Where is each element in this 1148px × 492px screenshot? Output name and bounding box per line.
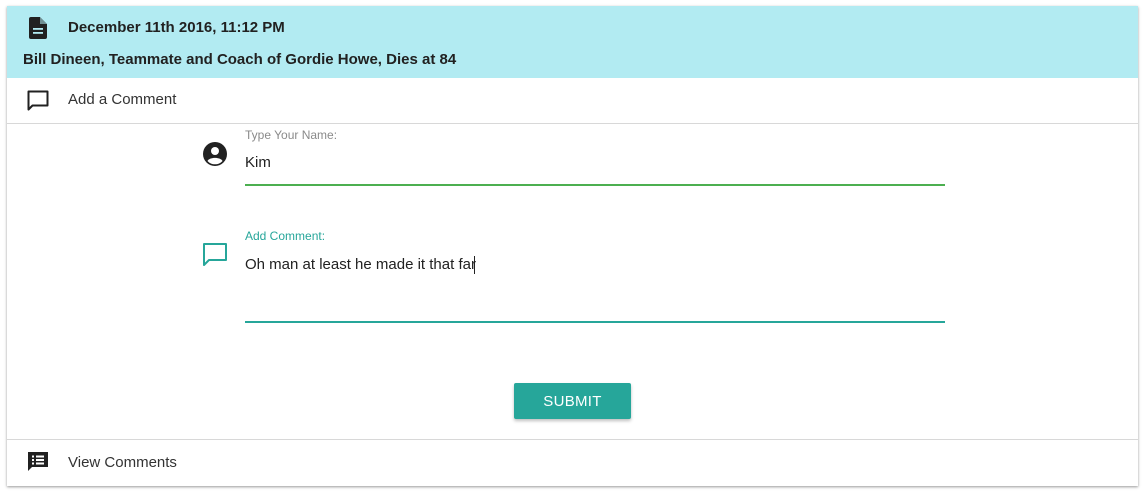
comment-input-underline [245,321,945,323]
article-header: December 11th 2016, 11:12 PM Bill Dineen… [7,6,1138,78]
view-comments-toggle[interactable]: View Comments [7,439,1138,487]
comment-list-icon [28,452,48,471]
name-input-underline [245,184,945,186]
text-cursor [474,256,475,274]
comment-outline-icon [203,243,227,266]
comment-field-label: Add Comment: [245,229,326,243]
submit-button[interactable]: SUBMIT [514,383,631,419]
name-field-label: Type Your Name: [245,128,338,142]
description-icon [29,17,47,39]
comment-outline-icon [27,90,49,111]
article-date: December 11th 2016, 11:12 PM [68,19,285,36]
article-card: December 11th 2016, 11:12 PM Bill Dineen… [7,6,1138,486]
view-comments-label: View Comments [68,454,177,471]
comment-input[interactable] [245,253,945,275]
account-circle-icon [203,142,227,166]
add-comment-toggle[interactable]: Add a Comment [7,78,1138,124]
name-input[interactable] [245,151,945,173]
add-comment-label: Add a Comment [68,91,177,108]
article-title: Bill Dineen, Teammate and Coach of Gordi… [23,51,457,68]
